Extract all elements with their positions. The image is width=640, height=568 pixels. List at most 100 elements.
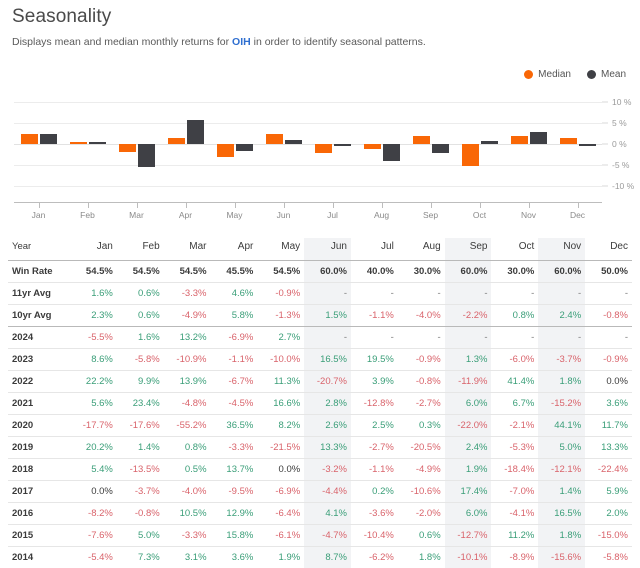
chart-bar-mean-mar[interactable] (138, 144, 155, 167)
chart-bar-median-jun[interactable] (266, 134, 283, 144)
chart-x-label-mar: Mar (129, 210, 144, 220)
cell-2018-may: 0.0% (257, 459, 304, 481)
cell-2016-dec: 2.0% (585, 503, 632, 525)
cell-2018-dec: -22.4% (585, 459, 632, 481)
cell-2021-dec: 3.6% (585, 393, 632, 415)
row-label-2021: 2021 (8, 393, 70, 415)
chart-bar-median-jan[interactable] (21, 134, 38, 144)
chart-bar-mean-jul[interactable] (334, 144, 351, 146)
chart-x-label-jan: Jan (32, 210, 46, 220)
legend-item-mean[interactable]: Mean (587, 69, 626, 80)
chart-bar-mean-aug[interactable] (383, 144, 400, 161)
table-row: 202222.2%9.9%13.9%-6.7%11.3%-20.7%3.9%-0… (8, 371, 632, 393)
cell-2020-jan: -17.7% (70, 415, 117, 437)
cell-2020-apr: 36.5% (211, 415, 258, 437)
cell-2024-sep: - (445, 327, 492, 349)
cell-11yr-avg-sep: - (445, 283, 492, 305)
cell-2016-jan: -8.2% (70, 503, 117, 525)
cell-2023-sep: 1.3% (445, 349, 492, 371)
ticker-link[interactable]: OIH (232, 36, 251, 48)
chart-bar-mean-oct[interactable] (481, 141, 498, 144)
cell-2017-dec: 5.9% (585, 481, 632, 503)
table-row: 2020-17.7%-17.6%-55.2%36.5%8.2%2.6%2.5%0… (8, 415, 632, 437)
seasonality-table-wrap: YearJanFebMarAprMayJunJulAugSepOctNovDec… (8, 238, 632, 568)
cell-2018-feb: -13.5% (117, 459, 164, 481)
cell-2017-jan: 0.0% (70, 481, 117, 503)
chart-x-label-feb: Feb (80, 210, 95, 220)
cell-2021-feb: 23.4% (117, 393, 164, 415)
cell-2024-feb: 1.6% (117, 327, 164, 349)
cell-2024-jul: - (351, 327, 398, 349)
cell-win-rate-jul: 40.0% (351, 261, 398, 283)
cell-2019-dec: 13.3% (585, 437, 632, 459)
cell-2020-oct: -2.1% (491, 415, 538, 437)
cell-2022-mar: 13.9% (164, 371, 211, 393)
row-label-2022: 2022 (8, 371, 70, 393)
chart-bar-mean-dec[interactable] (579, 144, 596, 146)
cell-11yr-avg-aug: - (398, 283, 445, 305)
cell-11yr-avg-feb: 0.6% (117, 283, 164, 305)
row-label-2015: 2015 (8, 525, 70, 547)
chart-y-tick (602, 185, 608, 186)
cell-2020-aug: 0.3% (398, 415, 445, 437)
chart-gridline (14, 123, 602, 124)
chart-bar-median-jul[interactable] (315, 144, 332, 153)
chart-bar-median-apr[interactable] (168, 138, 185, 144)
cell-10yr-avg-oct: 0.8% (491, 305, 538, 327)
chart-x-tick (137, 203, 138, 208)
chart-bar-mean-jun[interactable] (285, 140, 302, 144)
cell-2022-jun: -20.7% (304, 371, 351, 393)
cell-2020-jul: 2.5% (351, 415, 398, 437)
subtitle-prefix: Displays mean and median monthly returns… (12, 36, 232, 48)
chart-bar-mean-may[interactable] (236, 144, 253, 151)
chart-bar-median-nov[interactable] (511, 136, 528, 144)
legend-item-median[interactable]: Median (524, 69, 571, 80)
table-body: Win Rate54.5%54.5%54.5%45.5%54.5%60.0%40… (8, 261, 632, 568)
cell-2018-sep: 1.9% (445, 459, 492, 481)
cell-2023-jul: 19.5% (351, 349, 398, 371)
cell-2016-feb: -0.8% (117, 503, 164, 525)
chart-bar-mean-apr[interactable] (187, 120, 204, 144)
cell-2017-mar: -4.0% (164, 481, 211, 503)
cell-2024-may: 2.7% (257, 327, 304, 349)
page-subtitle: Displays mean and median monthly returns… (12, 36, 632, 48)
chart-x-label-jun: Jun (277, 210, 291, 220)
chart-bar-median-oct[interactable] (462, 144, 479, 166)
cell-2018-apr: 13.7% (211, 459, 258, 481)
table-row: 201920.2%1.4%0.8%-3.3%-21.5%13.3%-2.7%-2… (8, 437, 632, 459)
chart-bar-median-sep[interactable] (413, 136, 430, 144)
chart-bar-mean-sep[interactable] (432, 144, 449, 153)
chart-x-label-nov: Nov (521, 210, 536, 220)
chart-bar-mean-jan[interactable] (40, 134, 57, 144)
cell-2017-jun: -4.4% (304, 481, 351, 503)
cell-2020-mar: -55.2% (164, 415, 211, 437)
chart-plot-area (14, 92, 602, 196)
chart-bar-median-may[interactable] (217, 144, 234, 157)
column-header-jan: Jan (70, 238, 117, 261)
chart-bar-mean-nov[interactable] (530, 132, 547, 144)
cell-win-rate-may: 54.5% (257, 261, 304, 283)
cell-2021-mar: -4.8% (164, 393, 211, 415)
chart-bar-median-dec[interactable] (560, 138, 577, 144)
cell-2015-jan: -7.6% (70, 525, 117, 547)
chart-bar-median-aug[interactable] (364, 144, 381, 149)
cell-2015-apr: 15.8% (211, 525, 258, 547)
cell-win-rate-jan: 54.5% (70, 261, 117, 283)
chart-bar-mean-feb[interactable] (89, 142, 106, 144)
cell-11yr-avg-oct: - (491, 283, 538, 305)
cell-2019-mar: 0.8% (164, 437, 211, 459)
cell-10yr-avg-jan: 2.3% (70, 305, 117, 327)
cell-2021-oct: 6.7% (491, 393, 538, 415)
cell-2017-jul: 0.2% (351, 481, 398, 503)
chart-bar-median-feb[interactable] (70, 142, 87, 144)
chart-x-tick (382, 203, 383, 208)
cell-10yr-avg-aug: -4.0% (398, 305, 445, 327)
row-label-2024: 2024 (8, 327, 70, 349)
chart-x-label-dec: Dec (570, 210, 585, 220)
chart-y-tick (602, 164, 608, 165)
chart-bar-median-mar[interactable] (119, 144, 136, 152)
cell-2023-apr: -1.1% (211, 349, 258, 371)
cell-10yr-avg-mar: -4.9% (164, 305, 211, 327)
cell-2016-jul: -3.6% (351, 503, 398, 525)
cell-2024-nov: - (538, 327, 585, 349)
